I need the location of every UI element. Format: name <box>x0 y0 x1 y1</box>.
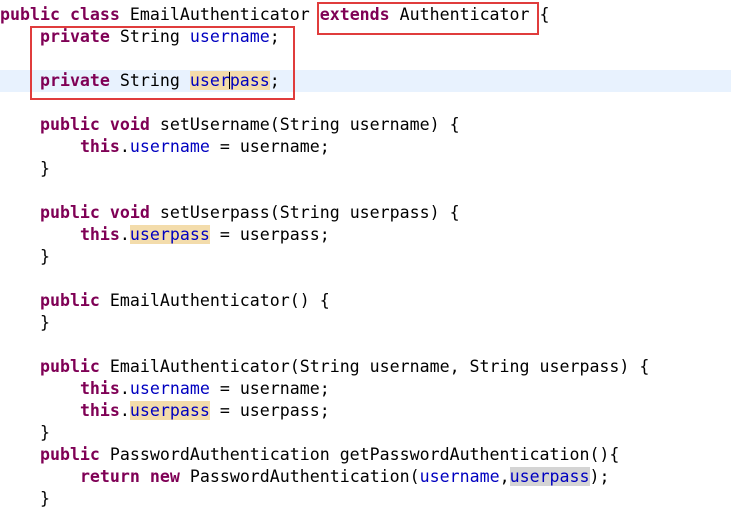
keyword-token: return <box>79 467 140 486</box>
keyword-token: public <box>39 291 100 310</box>
code-text: PasswordAuthentication getPasswordAuthen… <box>99 445 620 464</box>
code-line[interactable]: public void setUserpass(String userpass)… <box>0 202 731 224</box>
code-text: . <box>119 379 130 398</box>
code-line[interactable]: } <box>0 312 731 334</box>
keyword-token: public <box>39 203 100 222</box>
keyword-token: void <box>109 203 150 222</box>
code-text: EmailAuthenticator() { <box>99 291 330 310</box>
keyword-token: this <box>79 401 120 420</box>
code-line[interactable]: this.username = username; <box>0 136 731 158</box>
code-line[interactable]: } <box>0 422 731 444</box>
code-text: EmailAuthenticator <box>119 5 320 24</box>
code-line[interactable]: public void setUsername(String username)… <box>0 114 731 136</box>
keyword-token: void <box>109 115 150 134</box>
code-line[interactable] <box>0 334 731 356</box>
keyword-token: this <box>79 225 120 244</box>
code-text: } <box>0 489 50 508</box>
keyword-token: public <box>0 5 60 24</box>
code-text: . <box>119 401 130 420</box>
field-occurrence-token: userpass <box>129 225 210 244</box>
code-line[interactable]: this.username = username; <box>0 378 731 400</box>
code-text: = userpass; <box>209 401 330 420</box>
code-line[interactable]: public PasswordAuthentication getPasswor… <box>0 444 731 466</box>
code-text: . <box>119 225 130 244</box>
keyword-token: public <box>39 445 100 464</box>
code-line[interactable] <box>0 180 731 202</box>
keyword-token: this <box>79 379 120 398</box>
keyword-token: public <box>39 115 100 134</box>
code-line[interactable]: } <box>0 158 731 180</box>
code-text: , <box>499 467 510 486</box>
code-line[interactable]: public EmailAuthenticator() { <box>0 290 731 312</box>
code-line[interactable]: this.userpass = userpass; <box>0 400 731 422</box>
code-line[interactable]: return new PasswordAuthentication(userna… <box>0 466 731 488</box>
code-text: } <box>0 247 50 266</box>
code-text: ); <box>589 467 610 486</box>
annotation-box-fields <box>30 26 295 100</box>
code-text: = username; <box>209 137 330 156</box>
code-text: setUsername(String username) { <box>149 115 460 134</box>
field-token: username <box>129 137 210 156</box>
code-line[interactable]: } <box>0 246 731 268</box>
field-occurrence-token: userpass <box>129 401 210 420</box>
code-text: . <box>119 137 130 156</box>
code-line[interactable]: this.userpass = userpass; <box>0 224 731 246</box>
code-text: setUserpass(String userpass) { <box>149 203 460 222</box>
field-token: username <box>419 467 500 486</box>
annotation-box-extends <box>317 2 539 35</box>
code-line[interactable] <box>0 268 731 290</box>
code-text: EmailAuthenticator(String username, Stri… <box>99 357 650 376</box>
keyword-token: this <box>79 137 120 156</box>
keyword-token: public <box>39 357 100 376</box>
code-text: PasswordAuthentication( <box>179 467 420 486</box>
code-line[interactable]: public EmailAuthenticator(String usernam… <box>0 356 731 378</box>
keyword-token: class <box>69 5 120 24</box>
code-text: } <box>0 423 50 442</box>
field-token: username <box>129 379 210 398</box>
code-text: = userpass; <box>209 225 330 244</box>
code-line[interactable]: } <box>0 488 731 510</box>
code-text: } <box>0 313 50 332</box>
field-occurrence-token: userpass <box>509 467 590 486</box>
code-text: } <box>0 159 50 178</box>
keyword-token: new <box>149 467 180 486</box>
code-text: = username; <box>209 379 330 398</box>
